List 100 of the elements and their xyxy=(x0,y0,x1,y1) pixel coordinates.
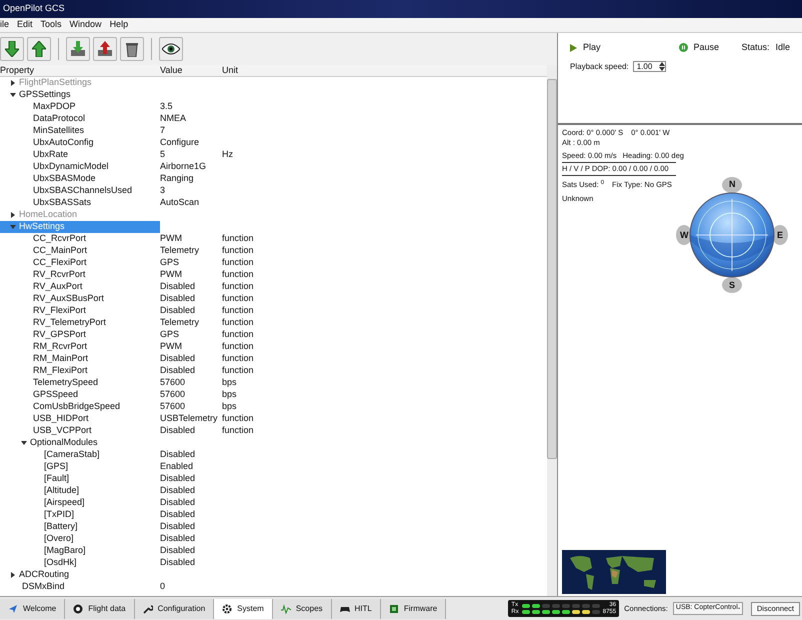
tree-row[interactable]: RV_FlexiPort xyxy=(0,305,160,317)
playback-speed-spinbox[interactable]: 1.00 xyxy=(632,61,666,72)
property-name: MinSatellites xyxy=(33,124,84,138)
menu-item[interactable]: ile xyxy=(0,18,10,32)
load-button[interactable] xyxy=(66,37,90,61)
property-name: [MagBaro] xyxy=(44,544,86,558)
tree-row[interactable]: RV_GPSPort xyxy=(0,329,160,341)
tree-row[interactable]: DSMxBind xyxy=(0,581,160,593)
tree-row[interactable]: RV_AuxPort xyxy=(0,281,160,293)
mode-tab[interactable]: Welcome xyxy=(0,598,66,618)
tree-row[interactable]: [Airspeed] xyxy=(0,497,160,509)
property-name: RV_TelemetryPort xyxy=(33,316,106,330)
pause-button[interactable]: Pause xyxy=(678,41,720,54)
tree-row[interactable]: RV_RcvrPort xyxy=(0,269,160,281)
pause-icon xyxy=(678,43,688,52)
mode-tab[interactable]: System xyxy=(214,598,273,618)
tree-row[interactable]: MaxPDOP xyxy=(0,101,160,113)
tree-row[interactable]: FlightPlanSettings xyxy=(0,77,160,89)
column-header[interactable]: Property xyxy=(0,64,160,78)
property-name: [Battery] xyxy=(44,520,78,534)
mode-tab[interactable]: Scopes xyxy=(272,598,332,618)
upload-arrow-button[interactable] xyxy=(27,37,51,61)
property-value: 3.5 xyxy=(160,101,173,112)
tree-row[interactable]: [GPS] xyxy=(0,461,160,473)
tree-row[interactable]: RM_FlexiPort xyxy=(0,365,160,377)
tree-row[interactable]: [TxPID] xyxy=(0,509,160,521)
property-value: USBTelemetry xyxy=(160,413,218,424)
property-unit: function xyxy=(222,281,254,292)
tree-row[interactable]: TelemetrySpeed xyxy=(0,377,160,389)
property-name: UbxAutoConfig xyxy=(33,136,94,150)
tree-row[interactable]: DataProtocol xyxy=(0,113,160,125)
property-value: Disabled xyxy=(160,473,196,484)
property-name: USB_HIDPort xyxy=(33,412,89,426)
tree-row[interactable]: USB_VCPPort xyxy=(0,425,160,437)
column-header[interactable]: Value xyxy=(160,64,222,78)
column-header[interactable]: Unit xyxy=(222,64,238,78)
tree-row[interactable]: UbxDynamicModel xyxy=(0,161,160,173)
collapsed-arrow-icon[interactable] xyxy=(10,80,16,86)
tree-row[interactable]: UbxAutoConfig xyxy=(0,137,160,149)
expanded-arrow-icon[interactable] xyxy=(21,440,27,446)
menu-item[interactable]: Edit xyxy=(17,18,33,32)
tree-row[interactable]: RV_AuxSBusPort xyxy=(0,293,160,305)
menu-item[interactable]: Help xyxy=(110,18,128,32)
plane-icon xyxy=(8,604,18,614)
property-unit: function xyxy=(222,269,254,280)
save-button[interactable] xyxy=(93,37,117,61)
menu-item[interactable]: Window xyxy=(70,18,102,32)
property-value: Disabled xyxy=(160,497,196,508)
mode-tab[interactable]: HITL xyxy=(332,598,381,618)
mode-tab[interactable]: Configuration xyxy=(134,598,214,618)
tree-row[interactable]: [CameraStab] xyxy=(0,449,160,461)
tree-row[interactable]: ADCRouting xyxy=(0,569,160,581)
property-value: 5 xyxy=(160,149,166,160)
tree-row[interactable]: OptionalModules xyxy=(0,437,160,449)
play-button[interactable]: Play xyxy=(570,41,601,54)
tree-row[interactable]: [MagBaro] xyxy=(0,545,160,557)
gear-icon xyxy=(222,604,232,614)
property-name: UbxRate xyxy=(33,148,68,162)
tree-row[interactable]: RM_RcvrPort xyxy=(0,341,160,353)
tree-row[interactable]: [Battery] xyxy=(0,521,160,533)
mode-tab[interactable]: Flight data xyxy=(65,598,135,618)
tree-row[interactable]: MinSatellites xyxy=(0,125,160,137)
property-value: Disabled xyxy=(160,449,196,460)
tree-row[interactable]: UbxRate xyxy=(0,149,160,161)
property-unit: bps xyxy=(222,401,237,412)
tree-row[interactable]: GPSSpeed xyxy=(0,389,160,401)
property-value: 0 xyxy=(160,581,166,592)
tree-row[interactable]: UbxSBASMode xyxy=(0,173,160,185)
tree-row[interactable]: [Altitude] xyxy=(0,485,160,497)
tree-row[interactable]: USB_HIDPort xyxy=(0,413,160,425)
property-value: Disabled xyxy=(160,293,196,304)
menu-item[interactable]: Tools xyxy=(40,18,62,32)
download-arrow-button[interactable] xyxy=(0,37,24,61)
eye-icon xyxy=(162,43,180,55)
tree-row[interactable]: [OsdHk] xyxy=(0,557,160,569)
property-name: RM_RcvrPort xyxy=(33,340,88,354)
tree-row[interactable]: [Fault] xyxy=(0,473,160,485)
tree-row[interactable]: UbxSBASChannelsUsed xyxy=(0,185,160,197)
tree-row[interactable]: RV_TelemetryPort xyxy=(0,317,160,329)
tree-row[interactable]: CC_FlexiPort xyxy=(0,257,160,269)
property-value: Disabled xyxy=(160,353,196,364)
tree-row[interactable]: ComUsbBridgeSpeed xyxy=(0,401,160,413)
tree-row[interactable]: GPSSettings xyxy=(0,89,160,101)
property-name: ADCRouting xyxy=(19,568,70,582)
mode-tab[interactable]: Firmware xyxy=(380,598,446,618)
tree-row[interactable]: CC_MainPort xyxy=(0,245,160,257)
collapsed-arrow-icon[interactable] xyxy=(10,212,16,218)
property-name: GPSSettings xyxy=(19,88,71,102)
tree-row[interactable]: [Overo] xyxy=(0,533,160,545)
down-arrow-icon xyxy=(5,41,19,57)
view-button[interactable] xyxy=(159,37,183,61)
scrollbar[interactable] xyxy=(547,65,557,596)
expanded-arrow-icon[interactable] xyxy=(10,92,16,98)
delete-button[interactable] xyxy=(120,37,144,61)
property-name: TelemetrySpeed xyxy=(33,376,98,390)
tree-row[interactable]: RM_MainPort xyxy=(0,353,160,365)
collapsed-arrow-icon[interactable] xyxy=(10,572,16,578)
tree-row[interactable]: CC_RcvrPort xyxy=(0,233,160,245)
property-value: Disabled xyxy=(160,533,196,544)
tree-row[interactable]: UbxSBASSats xyxy=(0,197,160,209)
